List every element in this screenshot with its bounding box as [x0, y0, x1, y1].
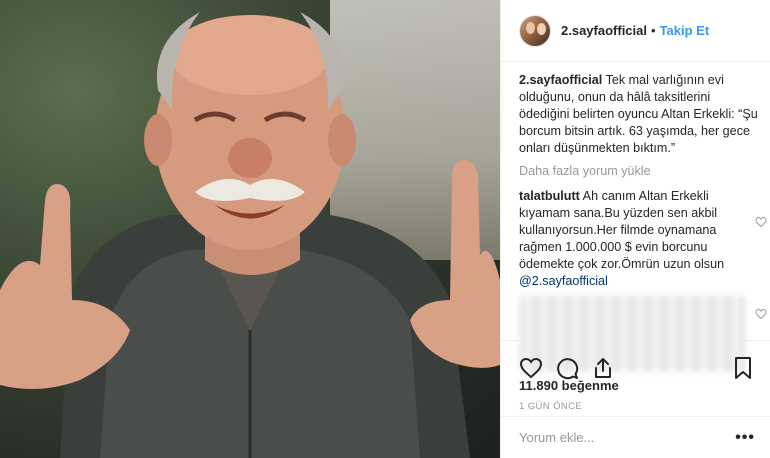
comment-input[interactable] [519, 430, 736, 445]
separator-dot: • [651, 23, 656, 38]
share-icon[interactable] [591, 356, 615, 380]
post-side-panel: 2.sayfaofficial • Takip Et 2.sayfaoffici… [500, 0, 770, 458]
header-username[interactable]: 2.sayfaofficial [561, 23, 647, 38]
heart-icon[interactable] [755, 308, 767, 320]
avatar[interactable] [519, 14, 551, 47]
post-photo[interactable] [0, 0, 500, 458]
post-timestamp: 1 GÜN ÖNCE [519, 401, 583, 412]
comment-icon[interactable] [555, 356, 579, 380]
comment-username[interactable]: talatbulutt [519, 189, 580, 203]
post-header: 2.sayfaofficial • Takip Et [501, 0, 770, 62]
heart-icon[interactable] [755, 216, 767, 228]
comment-mention[interactable]: @2.sayfaofficial [519, 274, 608, 288]
caption-username[interactable]: 2.sayfaofficial [519, 73, 602, 87]
follow-button[interactable]: Takip Et [660, 23, 710, 38]
load-more-comments-button[interactable]: Daha fazla yorum yükle [519, 163, 763, 180]
more-options-button[interactable]: ••• [735, 429, 755, 447]
likes-count[interactable]: 11.890 beğenme [519, 378, 619, 393]
bookmark-icon[interactable] [731, 356, 755, 380]
photo-illustration [0, 12, 500, 458]
post-caption: 2.sayfaofficial Tek mal varlığının evi o… [519, 72, 763, 157]
comment-item: talatbulutt Ah canım Altan Erkekli kıyam… [519, 188, 767, 290]
comments-section: 2.sayfaofficial Tek mal varlığının evi o… [519, 72, 767, 372]
add-comment-bar: ••• [501, 416, 770, 458]
heart-icon[interactable] [519, 356, 543, 380]
